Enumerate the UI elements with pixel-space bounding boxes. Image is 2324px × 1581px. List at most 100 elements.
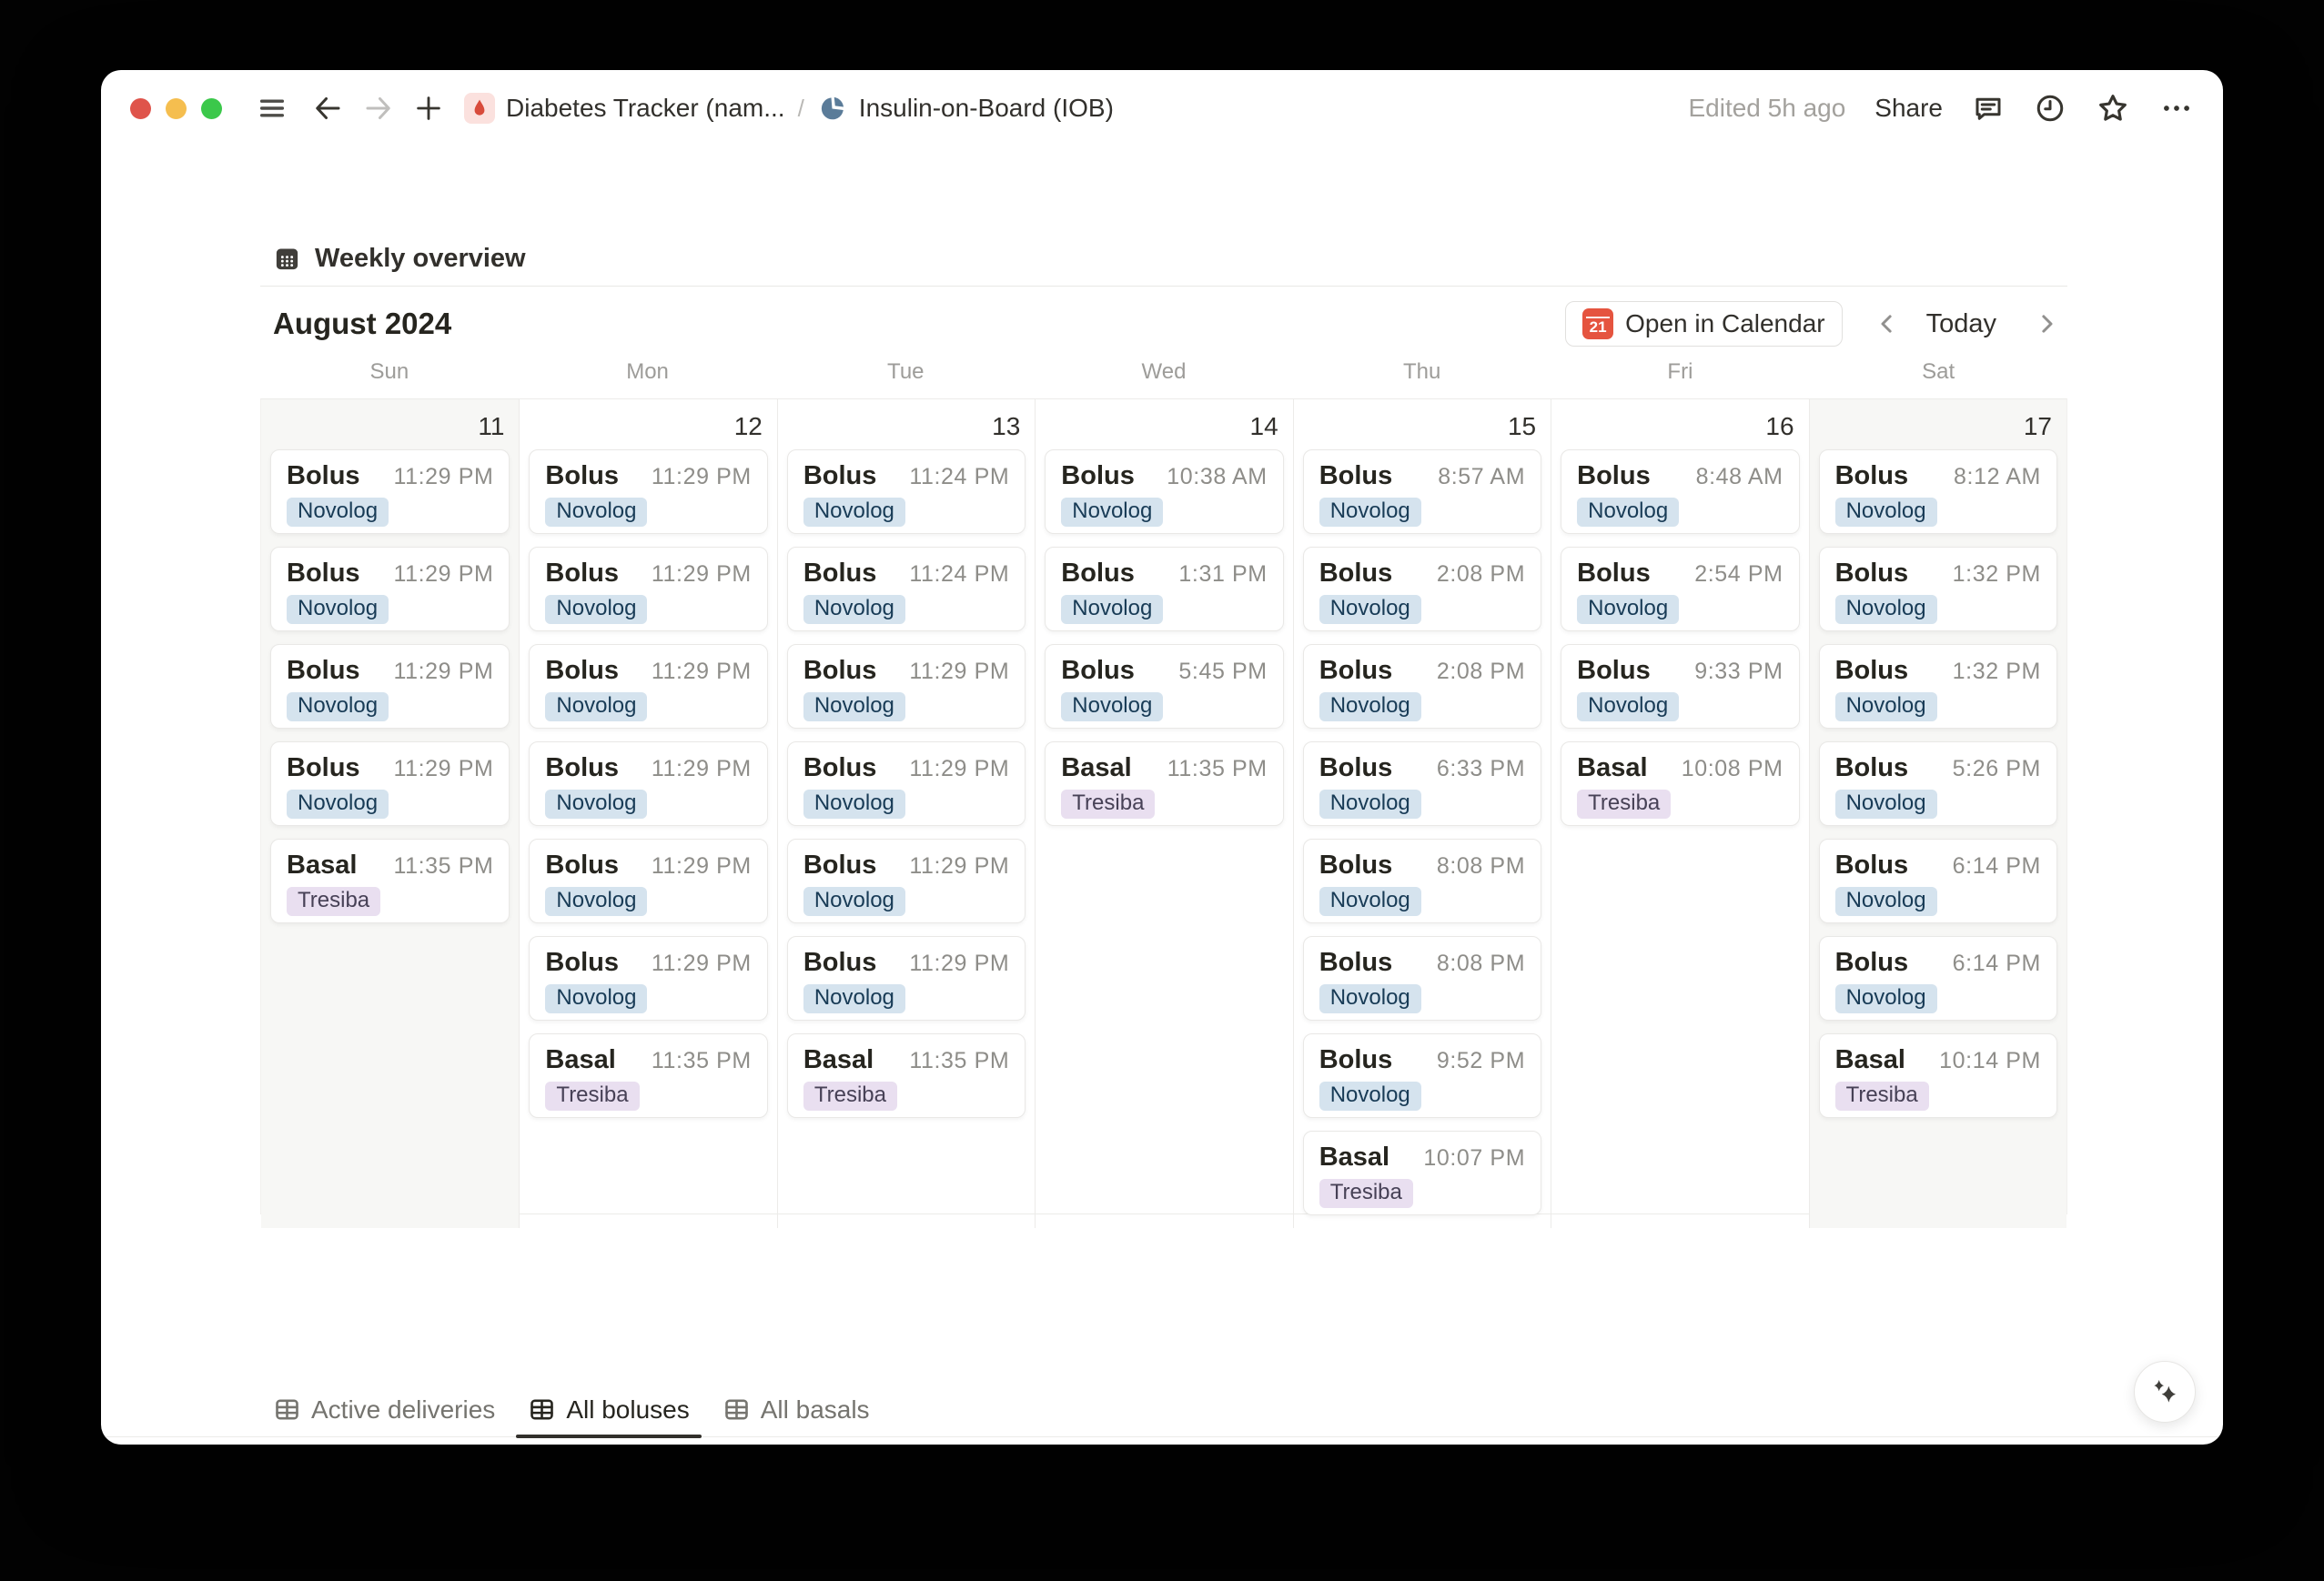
calendar-event-card[interactable]: Bolus 10:38 AM Novolog	[1045, 449, 1284, 534]
sidebar-menu-button[interactable]	[257, 93, 288, 124]
calendar-event-card[interactable]: Bolus 11:29 PM Novolog	[529, 741, 768, 826]
calendar-event-card[interactable]: Bolus 9:33 PM Novolog	[1561, 644, 1800, 729]
calendar-event-card[interactable]: Bolus 1:31 PM Novolog	[1045, 547, 1284, 631]
calendar-event-card[interactable]: Basal 11:35 PM Tresiba	[1045, 741, 1284, 826]
calendar-event-card[interactable]: Bolus 11:29 PM Novolog	[786, 936, 1026, 1021]
calendar-event-card[interactable]: Basal 11:35 PM Tresiba	[786, 1033, 1026, 1118]
event-title: Basal	[1834, 1045, 1905, 1074]
event-tag: Novolog	[545, 595, 648, 624]
event-header: Basal 11:35 PM	[287, 851, 493, 881]
ai-assistant-button[interactable]	[2134, 1361, 2196, 1423]
close-window-button[interactable]	[130, 97, 151, 119]
today-button[interactable]: Today	[1926, 309, 1996, 339]
weekday-label: Wed	[1141, 359, 1187, 384]
calendar-event-card[interactable]: Bolus 1:32 PM Novolog	[1818, 644, 2057, 729]
calendar-event-card[interactable]: Bolus 8:57 AM Novolog	[1302, 449, 1542, 534]
event-header: Bolus 5:26 PM	[1835, 753, 2041, 783]
calendar-event-card[interactable]: Bolus 6:14 PM Novolog	[1818, 936, 2057, 1021]
event-title: Bolus	[1061, 461, 1135, 490]
calendar-event-card[interactable]: Bolus 11:29 PM Novolog	[786, 741, 1026, 826]
calendar-event-card[interactable]: Bolus 11:29 PM Novolog	[786, 644, 1026, 729]
open-in-calendar-button[interactable]: 21 Open in Calendar	[1565, 301, 1843, 347]
event-time: 11:29 PM	[909, 951, 1010, 976]
collection-title[interactable]: Weekly overview	[315, 244, 526, 274]
calendar-event-card[interactable]: Bolus 11:29 PM Novolog	[529, 449, 768, 534]
calendar-event-card[interactable]: Bolus 11:24 PM Novolog	[786, 449, 1026, 534]
footer-tab[interactable]: All boluses	[516, 1383, 702, 1438]
footer-tab[interactable]: All basals	[711, 1383, 882, 1436]
fullscreen-window-button[interactable]	[201, 97, 222, 119]
calendar-event-card[interactable]: Bolus 11:29 PM Novolog	[270, 449, 510, 534]
favorite-button[interactable]	[2096, 91, 2130, 126]
event-time: 2:54 PM	[1694, 561, 1783, 587]
footer-tab[interactable]: Active deliveries	[261, 1383, 507, 1436]
more-options-button[interactable]	[2159, 91, 2194, 126]
window-controls	[130, 97, 222, 119]
calendar-event-card[interactable]: Bolus 8:12 AM Novolog	[1818, 449, 2057, 534]
weekday-label: Fri	[1667, 359, 1693, 384]
weekday-label: Thu	[1403, 359, 1441, 384]
calendar-event-card[interactable]: Bolus 11:29 PM Novolog	[270, 644, 510, 729]
chevron-right-icon	[2042, 315, 2053, 333]
calendar-event-card[interactable]: Bolus 8:08 PM Novolog	[1302, 936, 1542, 1021]
event-time: 9:52 PM	[1436, 1048, 1526, 1073]
calendar-event-card[interactable]: Bolus 11:29 PM Novolog	[529, 547, 768, 631]
event-header: Bolus 11:29 PM	[287, 656, 493, 686]
calendar-event-card[interactable]: Basal 10:07 PM Tresiba	[1302, 1131, 1542, 1215]
event-header: Bolus 6:14 PM	[1835, 948, 2041, 978]
calendar-event-card[interactable]: Bolus 11:29 PM Novolog	[529, 839, 768, 923]
calendar-event-card[interactable]: Bolus 6:33 PM Novolog	[1302, 741, 1542, 826]
event-time: 11:35 PM	[393, 853, 494, 879]
weekday-header-row: Sun Mon Tue Wed Thu Fri Sat	[260, 359, 2067, 385]
calendar-app-icon-day: 21	[1589, 318, 1607, 336]
event-tag: Novolog	[287, 498, 389, 527]
calendar-event-card[interactable]: Bolus 1:32 PM Novolog	[1818, 547, 2057, 631]
calendar-event-card[interactable]: Bolus 2:54 PM Novolog	[1561, 547, 1800, 631]
calendar-grid: 11 Bolus 11:29 PM Novolog Bolus 11:29 PM…	[260, 398, 2067, 1228]
calendar-event-card[interactable]: Basal 11:35 PM Tresiba	[270, 839, 510, 923]
plus-icon	[417, 96, 440, 120]
calendar-event-card[interactable]: Bolus 2:08 PM Novolog	[1302, 547, 1542, 631]
previous-week-button[interactable]	[1866, 305, 1908, 343]
day-events: Bolus 8:57 AM Novolog Bolus 2:08 PM Novo…	[1302, 449, 1542, 1215]
event-title: Bolus	[1834, 948, 1909, 977]
next-week-button[interactable]	[2026, 305, 2067, 343]
event-title: Bolus	[1834, 753, 1909, 782]
calendar-event-card[interactable]: Bolus 2:08 PM Novolog	[1302, 644, 1542, 729]
breadcrumb-item-iob[interactable]: Insulin-on-Board (IOB)	[859, 94, 1114, 123]
event-title: Bolus	[803, 461, 877, 490]
share-button[interactable]: Share	[1874, 94, 1943, 123]
calendar-event-card[interactable]: Bolus 11:29 PM Novolog	[529, 644, 768, 729]
calendar-event-card[interactable]: Basal 11:35 PM Tresiba	[529, 1033, 768, 1118]
event-title: Bolus	[545, 948, 619, 977]
event-time: 8:08 PM	[1436, 853, 1526, 879]
header-divider	[260, 286, 2067, 287]
event-header: Bolus 1:31 PM	[1061, 559, 1267, 589]
calendar-event-card[interactable]: Bolus 5:26 PM Novolog	[1818, 741, 2057, 826]
event-tag: Novolog	[1061, 498, 1164, 527]
view-tabs: Active deliveries All boluses All basals	[101, 1383, 2223, 1438]
calendar-event-card[interactable]: Bolus 9:52 PM Novolog	[1302, 1033, 1542, 1118]
calendar-event-card[interactable]: Bolus 11:29 PM Novolog	[270, 741, 510, 826]
event-tag: Tresiba	[1061, 790, 1156, 819]
calendar-event-card[interactable]: Bolus 6:14 PM Novolog	[1818, 839, 2057, 923]
calendar-event-card[interactable]: Bolus 8:48 AM Novolog	[1561, 449, 1800, 534]
navigate-forward-button[interactable]	[362, 92, 395, 125]
calendar-event-card[interactable]: Bolus 11:24 PM Novolog	[786, 547, 1026, 631]
calendar-event-card[interactable]: Bolus 11:29 PM Novolog	[786, 839, 1026, 923]
minimize-window-button[interactable]	[166, 97, 187, 119]
event-header: Basal 11:35 PM	[803, 1045, 1009, 1075]
calendar-event-card[interactable]: Bolus 11:29 PM Novolog	[270, 547, 510, 631]
calendar-event-card[interactable]: Basal 10:08 PM Tresiba	[1561, 741, 1800, 826]
calendar-event-card[interactable]: Bolus 8:08 PM Novolog	[1302, 839, 1542, 923]
breadcrumb-item-diabetes-tracker[interactable]: Diabetes Tracker (nam...	[506, 94, 785, 123]
pie-chart-icon	[821, 96, 844, 120]
calendar-event-card[interactable]: Bolus 5:45 PM Novolog	[1045, 644, 1284, 729]
event-tag: Novolog	[1577, 692, 1680, 721]
new-page-button[interactable]	[413, 93, 444, 124]
history-button[interactable]	[2034, 92, 2066, 125]
calendar-event-card[interactable]: Bolus 11:29 PM Novolog	[529, 936, 768, 1021]
comments-button[interactable]	[1972, 92, 2005, 125]
calendar-event-card[interactable]: Basal 10:14 PM Tresiba	[1818, 1033, 2057, 1118]
navigate-back-button[interactable]	[311, 92, 344, 125]
